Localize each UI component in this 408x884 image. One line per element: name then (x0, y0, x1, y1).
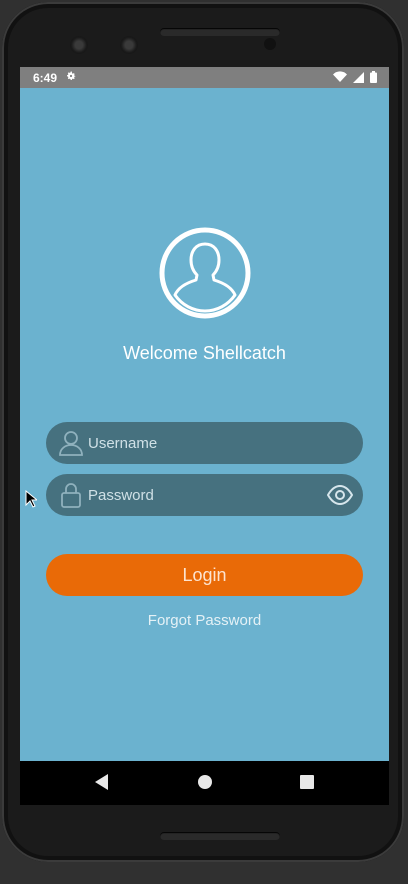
login-button[interactable]: Login (46, 554, 363, 596)
welcome-title: Welcome Shellcatch (123, 343, 286, 363)
lock-icon (61, 483, 81, 508)
username-field[interactable] (46, 422, 363, 464)
status-icons (333, 71, 377, 83)
bottom-speaker (160, 832, 280, 840)
wifi-icon (333, 71, 347, 83)
back-triangle-icon[interactable] (94, 773, 110, 791)
status-time: 6:49 (33, 70, 58, 85)
front-camera-lens-secondary (120, 36, 138, 54)
proximity-sensor (264, 38, 276, 50)
password-field[interactable] (46, 474, 363, 516)
front-camera-lens (70, 36, 88, 54)
person-icon (59, 431, 83, 456)
eye-icon[interactable] (327, 484, 353, 506)
status-bar: 6:49 (20, 67, 389, 88)
user-avatar-icon (159, 227, 251, 319)
password-input[interactable] (88, 486, 308, 504)
phone-screen: 6:49 Welcome Shellcatch Username Login F… (20, 67, 389, 805)
home-circle-icon[interactable] (197, 774, 213, 790)
mouse-pointer-icon (25, 490, 37, 508)
recent-square-icon[interactable] (299, 774, 315, 790)
forgot-password-link[interactable]: Forgot Password (20, 612, 389, 629)
navigation-bar (20, 761, 389, 805)
signal-icon (353, 71, 364, 83)
battery-icon (370, 71, 377, 83)
username-input[interactable] (88, 434, 308, 452)
gear-icon (65, 70, 77, 85)
top-speaker (160, 28, 280, 36)
